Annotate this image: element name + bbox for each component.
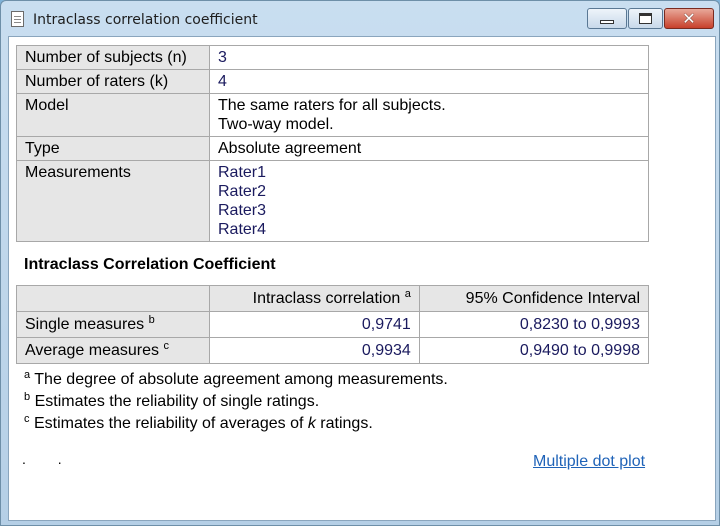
row-label-text: Average measures: [25, 342, 159, 359]
window-title: Intraclass correlation coefficient: [33, 12, 258, 28]
table-row: Number of subjects (n) 3: [16, 45, 649, 70]
footnote: b Estimates the reliability of single ra…: [24, 391, 448, 413]
model-value: The same raters for all subjects. Two-wa…: [209, 93, 649, 137]
table-row: Single measures b 0,9741 0,8230 to 0,999…: [16, 311, 650, 338]
summary-table: Number of subjects (n) 3 Number of rater…: [16, 45, 649, 242]
footnote-text: The degree of absolute agreement among m…: [34, 371, 448, 388]
footnote: a The degree of absolute agreement among…: [24, 369, 448, 391]
footnote-italic: k: [307, 415, 316, 432]
header-ci: 95% Confidence Interval: [418, 285, 650, 312]
status-dots: . .: [22, 451, 76, 467]
table-row: Model The same raters for all subjects. …: [16, 93, 649, 137]
table-row: Average measures c 0,9934 0,9490 to 0,99…: [16, 337, 650, 364]
title-bar[interactable]: Intraclass correlation coefficient ✕: [1, 1, 719, 37]
row-label: Average measures c: [16, 337, 210, 364]
measurements-value: Rater1 Rater2 Rater3 Rater4: [209, 160, 649, 242]
row-label: Measurements: [16, 160, 210, 242]
footnote-marker: c: [24, 413, 30, 425]
type-value: Absolute agreement: [209, 136, 649, 161]
close-icon: ✕: [682, 9, 696, 28]
minimize-icon: [600, 19, 614, 24]
measurement-item: Rater1: [218, 164, 267, 181]
footnote-text: Estimates the reliability of averages of: [33, 415, 308, 432]
header-empty: [16, 285, 210, 312]
header-icc-label: Intraclass correlation: [252, 290, 401, 307]
model-line: The same raters for all subjects.: [218, 97, 446, 114]
footnote-marker: a: [24, 369, 31, 381]
multiple-dot-plot-link[interactable]: Multiple dot plot: [533, 453, 645, 471]
icc-value: 0,9934: [209, 337, 420, 364]
model-line: Two-way model.: [218, 116, 334, 133]
measurement-item: Rater4: [218, 221, 267, 238]
measurement-item: Rater2: [218, 183, 267, 200]
footnotes: a The degree of absolute agreement among…: [24, 369, 448, 435]
row-label: Number of subjects (n): [16, 45, 210, 70]
close-button[interactable]: ✕: [664, 8, 714, 29]
row-label: Model: [16, 93, 210, 137]
footnote-marker: b: [148, 314, 155, 326]
measurement-item: Rater3: [218, 202, 267, 219]
footnote-text: Estimates the reliability of single rati…: [34, 393, 320, 410]
table-row: Measurements Rater1 Rater2 Rater3 Rater4: [16, 160, 649, 242]
row-label: Single measures b: [16, 311, 210, 338]
footnote-marker: b: [24, 391, 31, 403]
footnote-marker: c: [163, 340, 169, 352]
maximize-icon: [639, 13, 652, 24]
document-icon: [11, 11, 24, 27]
ci-value: 0,8230 to 0,9993: [418, 311, 650, 338]
header-icc: Intraclass correlation a: [209, 285, 420, 312]
dialog-window: Intraclass correlation coefficient ✕ Num…: [0, 0, 720, 526]
table-row: Type Absolute agreement: [16, 136, 649, 161]
table-header-row: Intraclass correlation a 95% Confidence …: [16, 285, 650, 312]
ci-value: 0,9490 to 0,9998: [418, 337, 650, 364]
report-content: Number of subjects (n) 3 Number of rater…: [8, 36, 716, 521]
footnote: c Estimates the reliability of averages …: [24, 413, 448, 435]
table-row: Number of raters (k) 4: [16, 69, 649, 94]
row-label-text: Single measures: [25, 316, 145, 333]
subjects-value: 3: [209, 45, 649, 70]
section-title: Intraclass Correlation Coefficient: [24, 256, 276, 273]
footnote-marker: a: [404, 288, 411, 300]
footnote-text: ratings.: [315, 415, 373, 432]
row-label: Number of raters (k): [16, 69, 210, 94]
raters-value: 4: [209, 69, 649, 94]
icc-value: 0,9741: [209, 311, 420, 338]
icc-table: Intraclass correlation a 95% Confidence …: [16, 285, 650, 364]
minimize-button[interactable]: [587, 8, 627, 29]
row-label: Type: [16, 136, 210, 161]
maximize-button[interactable]: [628, 8, 663, 29]
